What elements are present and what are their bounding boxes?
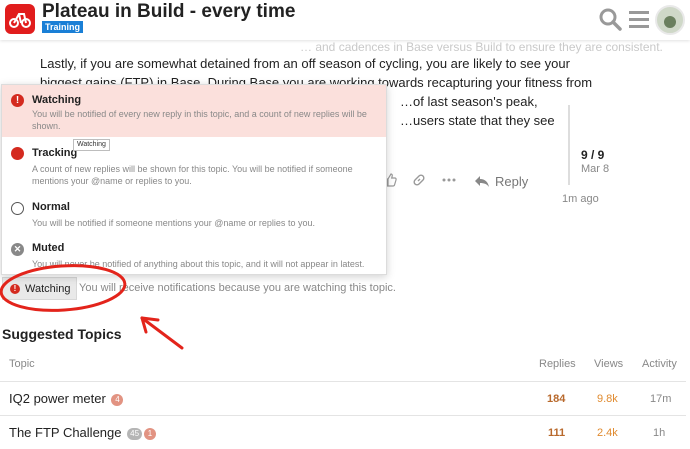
option-description: A count of new replies will be shown for… [32, 164, 353, 186]
post-line: Lastly, if you are somewhat detained fro… [40, 56, 570, 71]
new-posts-badge[interactable]: 45 [127, 428, 143, 440]
table-divider [0, 415, 686, 416]
reply-arrow-icon [475, 175, 489, 187]
option-title: Muted [32, 242, 65, 254]
column-activity[interactable]: Activity [642, 358, 677, 370]
replies-count: 111 [548, 427, 566, 439]
timeline-date: Mar 8 [581, 163, 610, 175]
option-title: Normal [32, 201, 70, 213]
site-header: Plateau in Build - every time Training [0, 0, 690, 40]
watching-icon: ! [10, 283, 20, 294]
reply-button-label: Reply [495, 173, 529, 189]
link-icon[interactable] [412, 173, 426, 187]
muted-icon: ✕ [11, 243, 24, 256]
activity-time[interactable]: 17m [650, 393, 671, 405]
column-replies[interactable]: Replies [539, 358, 576, 370]
option-description: You will never be notified of anything a… [32, 259, 365, 269]
option-description: You will be notified of every new reply … [32, 109, 367, 131]
timeline-last-activity[interactable]: 1m ago [562, 193, 599, 205]
timeline-scrollbar[interactable] [568, 105, 570, 185]
notification-option-muted[interactable]: ✕ Muted You will never be notified of an… [2, 236, 386, 276]
notification-option-tracking[interactable]: Tracking A count of new replies will be … [2, 141, 386, 191]
topic-title-text[interactable]: The FTP Challenge [9, 425, 122, 440]
watching-icon: ! [11, 94, 24, 107]
notification-level-menu: ! Watching You will be notified of every… [1, 84, 387, 275]
option-title: Watching [32, 94, 82, 106]
table-divider [0, 381, 686, 382]
topic-title[interactable]: Plateau in Build - every time [42, 1, 295, 23]
column-topic: Topic [9, 358, 35, 370]
option-description: You will be notified if someone mentions… [32, 218, 315, 228]
search-icon[interactable] [598, 7, 622, 31]
column-views[interactable]: Views [594, 358, 623, 370]
tracking-icon [11, 147, 24, 160]
notification-level-button[interactable]: ! Watching [2, 277, 77, 300]
watching-tooltip: Watching [73, 139, 110, 151]
suggested-topics-heading: Suggested Topics [2, 326, 122, 342]
post-line: …users state that they see [400, 113, 555, 128]
option-title: Tracking [32, 147, 78, 159]
site-logo[interactable] [5, 4, 35, 34]
activity-time[interactable]: 1h [653, 427, 665, 439]
post-line: …of last season's peak, [400, 94, 538, 109]
normal-icon [11, 202, 24, 215]
hamburger-menu-icon[interactable] [627, 7, 651, 31]
more-actions-icon[interactable] [442, 173, 456, 187]
topic-title-text[interactable]: IQ2 power meter [9, 391, 106, 406]
views-count: 9.8k [597, 393, 618, 405]
replies-count: 184 [547, 393, 566, 405]
notification-level-label: Watching [25, 282, 71, 295]
unread-badge[interactable]: 1 [144, 428, 157, 440]
reply-button[interactable]: Reply [474, 172, 528, 190]
topic-link[interactable]: The FTP Challenge 45 1 [9, 425, 157, 440]
timeline-post-count: 9 / 9 [581, 148, 605, 162]
notification-reason: You will receive notifications because y… [79, 282, 396, 294]
views-count: 2.4k [597, 427, 618, 439]
category-badge[interactable]: Training [42, 21, 84, 33]
unread-badge[interactable]: 4 [111, 394, 124, 406]
notification-option-normal[interactable]: Normal You will be notified if someone m… [2, 195, 386, 235]
notification-option-watching[interactable]: ! Watching You will be notified of every… [2, 85, 386, 137]
post-text-faded: … and cadences in Base versus Build to e… [300, 40, 663, 54]
user-avatar[interactable] [655, 5, 685, 35]
topic-link[interactable]: IQ2 power meter 4 [9, 391, 124, 406]
